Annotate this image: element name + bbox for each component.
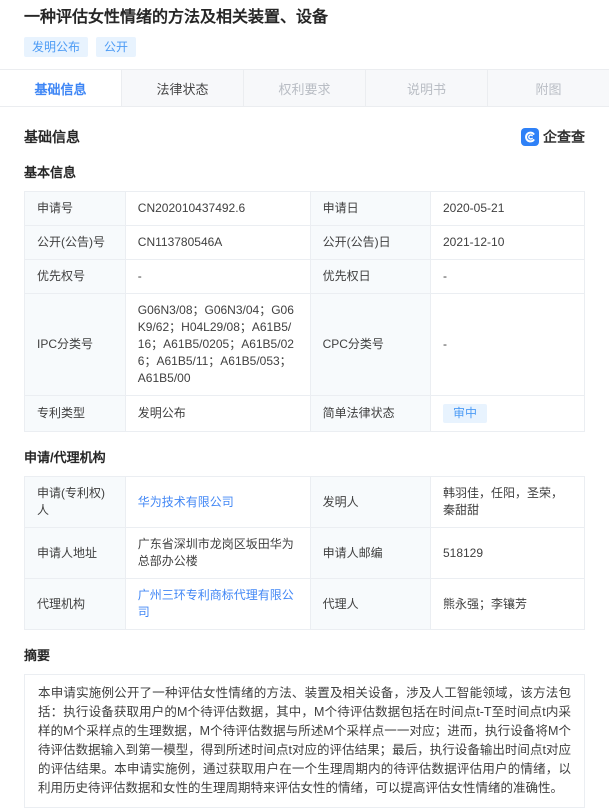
section-title-basic-info: 基础信息: [24, 129, 80, 145]
agency-info-table: 申请(专利权)人 华为技术有限公司 发明人 韩羽佳，任阳，圣荣，秦甜甜 申请人地…: [24, 476, 586, 630]
agency-cell: 广州三环专利商标代理有限公司: [124, 578, 311, 630]
main-content: 基础信息 企查查 基本信息 申请号 CN202010437492.6 申请日 2…: [0, 127, 609, 808]
inventors-value: 韩羽佳，任阳，圣荣，秦甜甜: [429, 476, 586, 528]
qcc-logo-icon: [521, 128, 539, 146]
table-row: 专利类型 发明公布 简单法律状态 审中: [24, 395, 586, 432]
applicant-address-value: 广东省深圳市龙岗区坂田华为总部办公楼: [124, 527, 311, 579]
tab-legal-status[interactable]: 法律状态: [122, 70, 244, 106]
table-row: 申请号 CN202010437492.6 申请日 2020-05-21: [24, 191, 586, 226]
qcc-logo: 企查查: [521, 127, 585, 147]
tab-bar: 基础信息 法律状态 权利要求 说明书 附图: [0, 69, 609, 107]
priority-date-label: 优先权日: [309, 259, 431, 294]
agents-value: 熊永强；李镶芳: [429, 578, 586, 630]
patent-type-label: 专利类型: [24, 395, 126, 432]
priority-number-value: -: [124, 259, 311, 294]
legal-status-label: 简单法律状态: [309, 395, 431, 432]
applicant-address-label: 申请人地址: [24, 527, 126, 579]
application-number-value: CN202010437492.6: [124, 191, 311, 226]
legal-status-cell: 审中: [429, 395, 586, 432]
applicant-label: 申请(专利权)人: [24, 476, 126, 528]
table-row: 优先权号 - 优先权日 -: [24, 259, 586, 294]
application-date-value: 2020-05-21: [429, 191, 586, 226]
table-row: IPC分类号 G06N3/08；G06N3/04；G06K9/62；H04L29…: [24, 293, 586, 396]
agency-link[interactable]: 广州三环专利商标代理有限公司: [138, 588, 294, 619]
legal-status-badge: 审中: [442, 404, 487, 423]
basic-info-table: 申请号 CN202010437492.6 申请日 2020-05-21 公开(公…: [24, 191, 586, 432]
applicant-cell: 华为技术有限公司: [124, 476, 311, 528]
publication-date-value: 2021-12-10: [429, 225, 586, 260]
priority-date-value: -: [429, 259, 586, 294]
agents-label: 代理人: [309, 578, 431, 630]
inventors-label: 发明人: [309, 476, 431, 528]
postcode-value: 518129: [429, 527, 586, 579]
publication-date-label: 公开(公告)日: [309, 225, 431, 260]
badge-row: 发明公布 公开: [24, 37, 585, 57]
table-row: 公开(公告)号 CN113780546A 公开(公告)日 2021-12-10: [24, 225, 586, 260]
qcc-logo-text: 企查查: [543, 129, 585, 145]
cpc-class-label: CPC分类号: [309, 293, 431, 396]
cpc-class-value: -: [429, 293, 586, 396]
ipc-class-value: G06N3/08；G06N3/04；G06K9/62；H04L29/08；A61…: [124, 293, 311, 396]
agency-label: 代理机构: [24, 578, 126, 630]
applicant-link[interactable]: 华为技术有限公司: [138, 495, 234, 509]
page-header: 一种评估女性情绪的方法及相关装置、设备 发明公布 公开: [0, 0, 609, 57]
abstract-text: 本申请实施例公开了一种评估女性情绪的方法、装置及相关设备，涉及人工智能领域，该方…: [24, 674, 585, 808]
subsection-agency: 申请/代理机构: [24, 450, 106, 465]
patent-type-value: 发明公布: [124, 395, 311, 432]
tab-basic-info[interactable]: 基础信息: [0, 70, 122, 106]
subsection-abstract: 摘要: [24, 648, 51, 663]
postcode-label: 申请人邮编: [309, 527, 431, 579]
application-number-label: 申请号: [24, 191, 126, 226]
priority-number-label: 优先权号: [24, 259, 126, 294]
subsection-basic-info: 基本信息: [24, 165, 77, 180]
table-row: 申请(专利权)人 华为技术有限公司 发明人 韩羽佳，任阳，圣荣，秦甜甜: [24, 476, 586, 528]
publication-number-value: CN113780546A: [124, 225, 311, 260]
patent-type-badge: 发明公布: [24, 37, 89, 57]
tab-description[interactable]: 说明书: [366, 70, 488, 106]
tab-claims[interactable]: 权利要求: [244, 70, 366, 106]
patent-title: 一种评估女性情绪的方法及相关装置、设备: [24, 9, 329, 26]
ipc-class-label: IPC分类号: [24, 293, 126, 396]
table-row: 申请人地址 广东省深圳市龙岗区坂田华为总部办公楼 申请人邮编 518129: [24, 527, 586, 579]
tab-drawings[interactable]: 附图: [488, 70, 609, 106]
application-date-label: 申请日: [309, 191, 431, 226]
publication-status-badge: 公开: [96, 37, 137, 57]
table-row: 代理机构 广州三环专利商标代理有限公司 代理人 熊永强；李镶芳: [24, 578, 586, 630]
publication-number-label: 公开(公告)号: [24, 225, 126, 260]
